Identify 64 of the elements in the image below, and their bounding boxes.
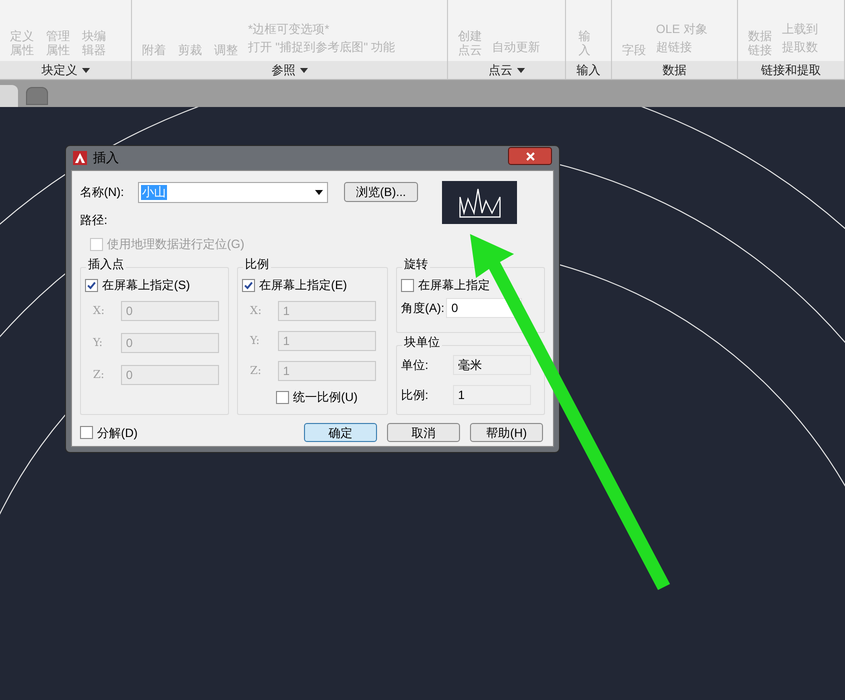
panel-title[interactable]: 块定义: [0, 61, 131, 79]
field-label: Y:: [250, 332, 261, 349]
checkbox[interactable]: 在屏幕上指定: [400, 276, 540, 294]
unit-value: 毫米: [452, 355, 531, 375]
file-tab[interactable]: [0, 85, 18, 107]
dropdown-caret-icon: [82, 68, 90, 72]
ribbon-button[interactable]: *边框可变选项*: [248, 21, 396, 37]
dialog-button[interactable]: 取消: [387, 423, 460, 442]
close-icon: [526, 152, 534, 160]
field-label: X:: [250, 302, 263, 319]
group-title: 插入点: [86, 258, 126, 270]
ribbon-button[interactable]: 提取数: [782, 39, 818, 55]
ribbon-button[interactable]: 输入: [574, 29, 595, 57]
name-combobox[interactable]: 小山: [138, 182, 328, 202]
check-icon: [87, 280, 96, 290]
field-label: 角度(A):: [400, 300, 444, 317]
ribbon-button[interactable]: 附着: [140, 43, 168, 57]
ratio-value: 1: [452, 385, 531, 405]
panel-title[interactable]: 链接和提取: [738, 61, 844, 79]
ribbon-button[interactable]: 管理属性: [44, 29, 72, 57]
group-title: 旋转: [402, 258, 430, 270]
ribbon-button[interactable]: 调整: [212, 43, 240, 57]
dialog-button[interactable]: 确定: [304, 423, 377, 442]
panel-title[interactable]: 点云: [448, 61, 565, 79]
dropdown-caret-icon: [300, 68, 308, 72]
ribbon-button[interactable]: 剪裁: [176, 43, 204, 57]
field-label: Z:: [93, 366, 106, 383]
checkbox[interactable]: 统一比例(U): [276, 388, 383, 406]
ribbon-button[interactable]: 上载到: [782, 21, 818, 37]
dropdown-caret-icon: [516, 68, 524, 72]
field-label: X:: [93, 302, 106, 319]
ribbon-button[interactable]: OLE 对象: [656, 21, 708, 37]
field-label: 比例:: [400, 387, 430, 404]
ribbon-button[interactable]: 块编辑器: [80, 29, 108, 57]
dropdown-caret-icon: [315, 190, 323, 194]
ribbon-button[interactable]: 字段: [620, 43, 648, 57]
browse-button[interactable]: 浏览(B)...: [344, 182, 418, 202]
panel-title[interactable]: 输入: [566, 61, 611, 79]
app-logo-icon: [73, 151, 87, 165]
group-title: 比例: [243, 258, 271, 270]
ribbon-button[interactable]: 定义属性: [8, 29, 36, 57]
checkbox[interactable]: 在屏幕上指定(S): [85, 276, 224, 294]
window-title: 插入: [93, 149, 119, 168]
zigzag-block-icon: [458, 186, 502, 218]
ribbon-button[interactable]: 数据链接: [746, 29, 774, 57]
dialog-button[interactable]: 帮助(H): [470, 423, 543, 442]
ribbon-button[interactable]: 超链接: [656, 39, 708, 55]
field-label: 名称(N):: [80, 184, 125, 201]
path-label: 路径:: [80, 212, 108, 229]
close-button[interactable]: [508, 147, 552, 165]
checkbox[interactable]: 在屏幕上指定(E): [242, 276, 383, 294]
field-label: 单位:: [400, 357, 430, 374]
ribbon-button[interactable]: 创建点云: [456, 29, 484, 57]
field-label: Y:: [93, 334, 104, 351]
ribbon-button[interactable]: 自动更新: [492, 39, 540, 55]
group-title: 块单位: [402, 336, 442, 348]
check-icon: [244, 280, 253, 290]
panel-title[interactable]: 数据: [612, 61, 737, 79]
new-tab-button[interactable]: [26, 87, 48, 105]
combobox-value: 小山: [141, 184, 167, 200]
field-label: Z:: [250, 362, 262, 379]
panel-title[interactable]: 参照: [132, 61, 447, 79]
ribbon-button[interactable]: 打开 "捕捉到参考底图" 功能: [248, 39, 396, 55]
checkbox[interactable]: 分解(D): [80, 424, 138, 442]
